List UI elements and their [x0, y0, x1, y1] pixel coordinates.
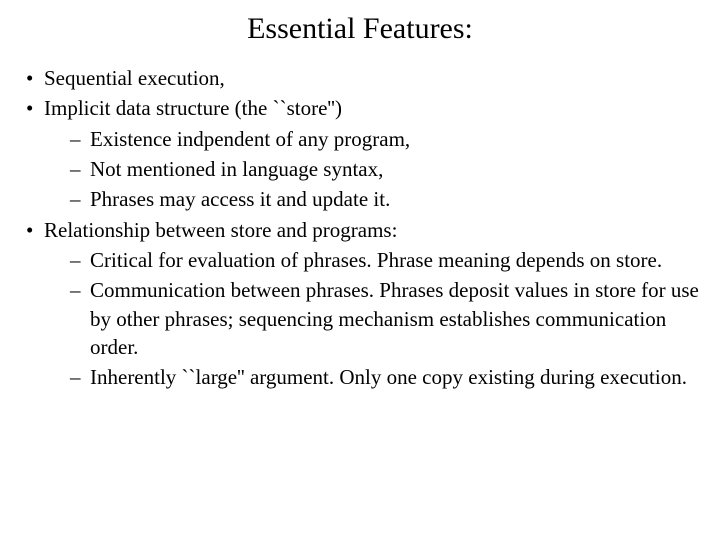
bullet-text: Sequential execution, — [44, 66, 225, 90]
bullet-text: Relationship between store and programs: — [44, 218, 397, 242]
list-item: Critical for evaluation of phrases. Phra… — [68, 246, 708, 274]
sub-bullet-list: Existence indpendent of any program, Not… — [44, 125, 708, 214]
bullet-text: Not mentioned in language syntax, — [90, 157, 383, 181]
bullet-text: Communication between phrases. Phrases d… — [90, 278, 699, 359]
bullet-text: Implicit data structure (the ``store'') — [44, 96, 342, 120]
slide-body: Sequential execution, Implicit data stru… — [0, 64, 720, 392]
list-item: Not mentioned in language syntax, — [68, 155, 708, 183]
bullet-list: Sequential execution, Implicit data stru… — [12, 64, 708, 392]
sub-bullet-list: Critical for evaluation of phrases. Phra… — [44, 246, 708, 392]
list-item: Communication between phrases. Phrases d… — [68, 276, 708, 361]
bullet-text: Phrases may access it and update it. — [90, 187, 390, 211]
list-item: Inherently ``large'' argument. Only one … — [68, 363, 708, 391]
slide-title: Essential Features: — [0, 12, 720, 46]
list-item: Sequential execution, — [22, 64, 708, 92]
bullet-text: Inherently ``large'' argument. Only one … — [90, 365, 687, 389]
list-item: Existence indpendent of any program, — [68, 125, 708, 153]
bullet-text: Critical for evaluation of phrases. Phra… — [90, 248, 662, 272]
list-item: Implicit data structure (the ``store'') … — [22, 94, 708, 213]
list-item: Relationship between store and programs:… — [22, 216, 708, 392]
list-item: Phrases may access it and update it. — [68, 185, 708, 213]
slide: Essential Features: Sequential execution… — [0, 12, 720, 540]
bullet-text: Existence indpendent of any program, — [90, 127, 410, 151]
